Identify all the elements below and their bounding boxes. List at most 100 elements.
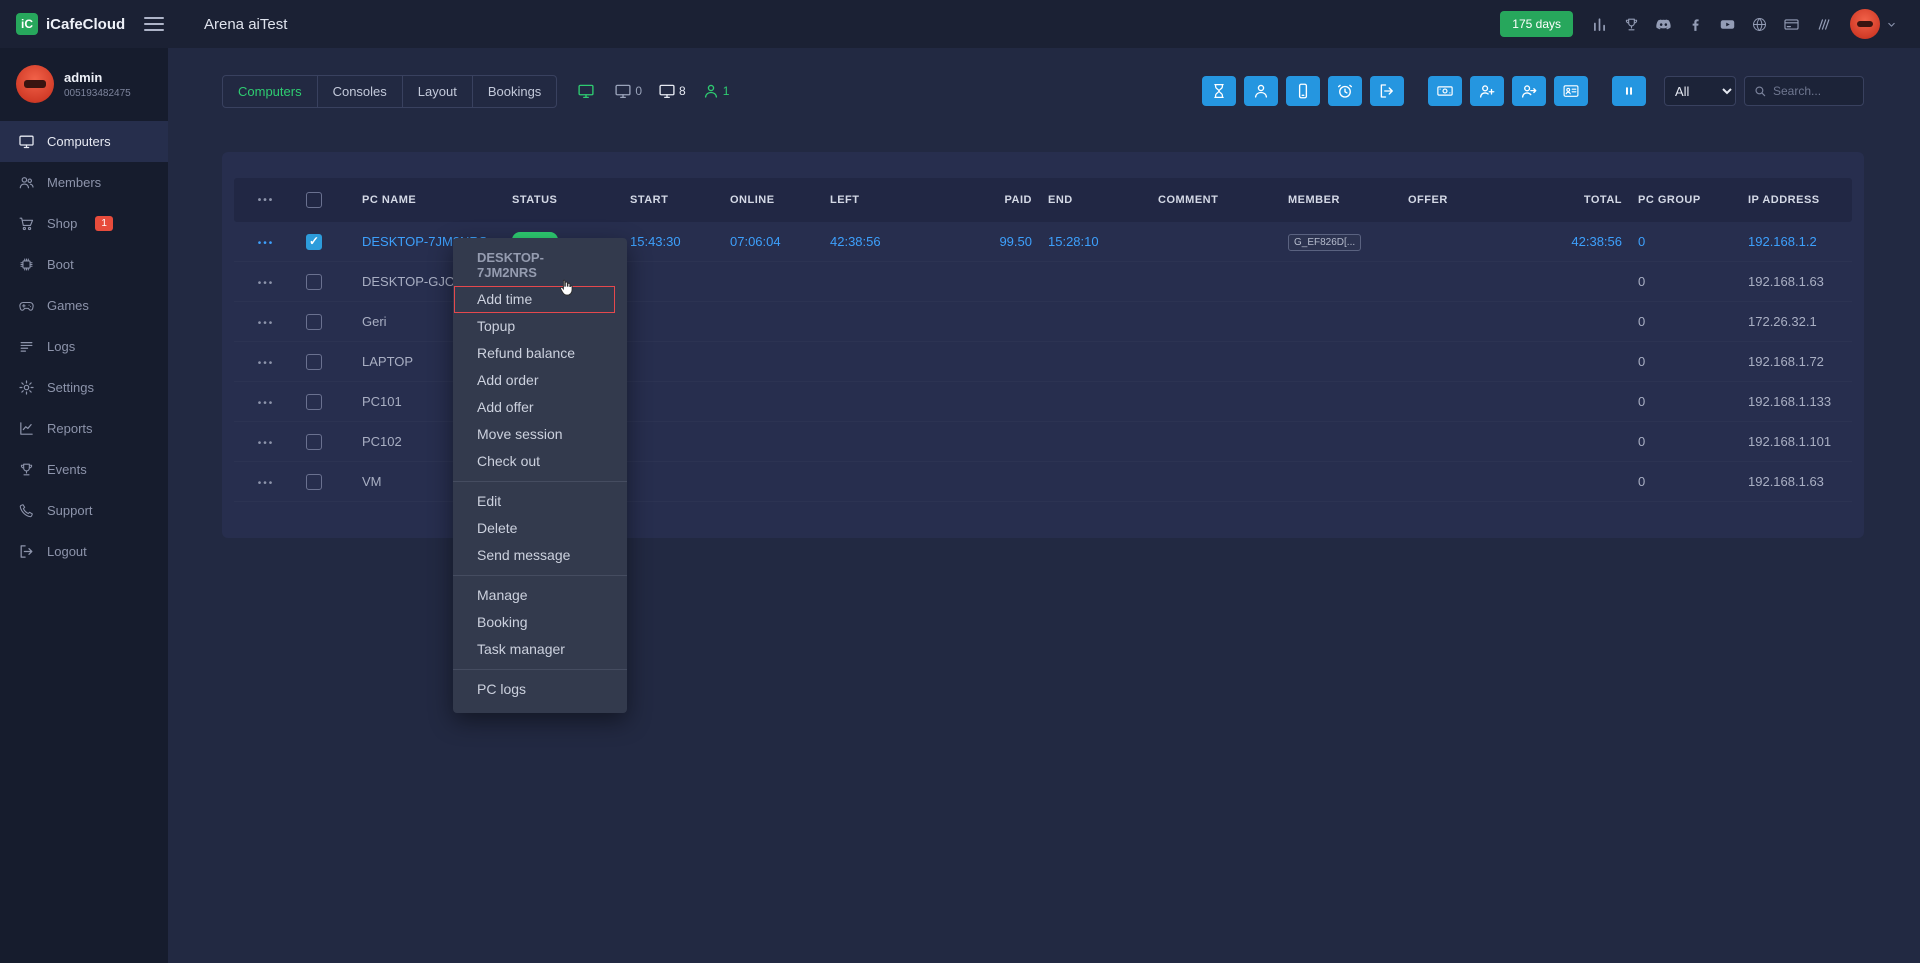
row-checkbox[interactable] [306,434,322,450]
row-actions-button[interactable]: ••• [258,238,275,249]
user-plus-button[interactable] [1470,76,1504,106]
mobile-button[interactable] [1286,76,1320,106]
user-move-button[interactable] [1512,76,1546,106]
tab-computers[interactable]: Computers [223,76,318,107]
menu-item-topup[interactable]: Topup [453,313,627,340]
row-checkbox[interactable] [306,354,322,370]
sidebar-item-support[interactable]: Support [0,490,168,531]
pc-name-link[interactable]: DESKTOP-GJOD [362,274,464,289]
account-menu[interactable] [1850,9,1898,39]
tab-consoles[interactable]: Consoles [318,76,403,107]
menu-item-add-order[interactable]: Add order [453,367,627,394]
trophy-icon[interactable] [1623,16,1640,33]
sidebar-item-games[interactable]: Games [0,285,168,326]
menu-item-check-out[interactable]: Check out [453,448,627,475]
row-checkbox[interactable] [306,274,322,290]
sidebar-item-shop[interactable]: Shop1 [0,203,168,244]
menu-item-manage[interactable]: Manage [453,582,627,609]
column-header-pc-group[interactable]: PC GROUP [1630,194,1740,206]
cell-ip-address-value: 192.168.1.101 [1748,434,1831,449]
sidebar-nav: ComputersMembersShop1 Boot GamesLogsSettin… [0,121,168,572]
row-actions-button[interactable]: ••• [258,278,275,289]
facebook-icon[interactable] [1687,16,1704,33]
analytics-icon[interactable] [1591,16,1608,33]
reseller-icon[interactable] [1815,16,1832,33]
cell-actions: ••• [234,474,298,489]
column-header-comment[interactable]: COMMENT [1150,194,1280,206]
id-card-button[interactable] [1554,76,1588,106]
youtube-icon[interactable] [1719,16,1736,33]
sidebar-item-boot[interactable]: Boot [0,244,168,285]
pc-name-link[interactable]: Geri [362,314,387,329]
checkout-button[interactable] [1370,76,1404,106]
column-header-member[interactable]: MEMBER [1280,194,1400,206]
table-menu-button[interactable]: ••• [258,195,275,206]
row-checkbox[interactable] [306,474,322,490]
row-actions-button[interactable]: ••• [258,438,275,449]
column-header-offer[interactable]: OFFER [1400,194,1510,206]
member-chip[interactable]: G_EF826D[... [1288,234,1361,251]
counter: 1 [702,82,730,100]
group-filter-select[interactable]: All [1664,76,1736,106]
row-checkbox[interactable] [306,314,322,330]
billing-icon[interactable] [1783,16,1800,33]
sidebar-item-reports[interactable]: Reports [0,408,168,449]
menu-item-delete[interactable]: Delete [453,515,627,542]
mouse-cursor-icon [556,278,576,298]
menu-item-task-manager[interactable]: Task manager [453,636,627,663]
column-header-paid[interactable]: PAID [942,194,1040,206]
menu-divider [453,481,627,482]
column-header-start[interactable]: START [622,194,722,206]
column-header-status[interactable]: STATUS [504,194,622,206]
discord-icon[interactable] [1655,16,1672,33]
hamburger-menu-icon[interactable] [144,17,164,31]
pc-name-link[interactable]: VM [362,474,382,489]
pc-name-link[interactable]: LAPTOP [362,354,413,369]
row-actions-button[interactable]: ••• [258,478,275,489]
alarm-button[interactable] [1328,76,1362,106]
menu-item-add-offer[interactable]: Add offer [453,394,627,421]
search-input[interactable] [1773,84,1855,98]
menu-item-move-session[interactable]: Move session [453,421,627,448]
brand[interactable]: iC iCafeCloud [0,13,128,35]
context-menu-items: Add timeTopupRefund balanceAdd orderAdd … [453,286,627,703]
cafe-name: Arena aiTest [204,16,287,33]
hourglass-button[interactable] [1202,76,1236,106]
sidebar-item-label: Boot [47,257,74,272]
sidebar-item-members[interactable]: Members [0,162,168,203]
sidebar-item-settings[interactable]: Settings [0,367,168,408]
pc-name-link[interactable]: PC101 [362,394,402,409]
row-actions-button[interactable]: ••• [258,398,275,409]
menu-item-send-message[interactable]: Send message [453,542,627,569]
column-header-total[interactable]: TOTAL [1510,194,1630,206]
column-header-end[interactable]: END [1040,194,1150,206]
menu-item-edit[interactable]: Edit [453,488,627,515]
row-actions-button[interactable]: ••• [258,318,275,329]
tab-bookings[interactable]: Bookings [473,76,556,107]
sidebar-item-logout[interactable]: Logout [0,531,168,572]
sidebar-item-logs[interactable]: Logs [0,326,168,367]
column-header-online[interactable]: ONLINE [722,194,822,206]
select-all-checkbox[interactable] [306,192,322,208]
globe-icon[interactable] [1751,16,1768,33]
user-button[interactable] [1244,76,1278,106]
row-checkbox[interactable] [306,234,322,250]
sidebar-item-computers[interactable]: Computers [0,121,168,162]
id-card-icon [1562,82,1580,100]
status-counters: 081 [577,82,729,100]
sidebar-user[interactable]: admin 005193482475 [0,48,168,121]
pause-button[interactable] [1612,76,1646,106]
menu-item-pc-logs[interactable]: PC logs [453,676,627,703]
menu-item-refund-balance[interactable]: Refund balance [453,340,627,367]
column-header-pc-name[interactable]: PC NAME [354,194,504,206]
column-header-ip-address[interactable]: IP ADDRESS [1740,194,1852,206]
row-checkbox[interactable] [306,394,322,410]
sidebar-item-events[interactable]: Events [0,449,168,490]
row-actions-button[interactable]: ••• [258,358,275,369]
menu-item-booking[interactable]: Booking [453,609,627,636]
pc-name-link[interactable]: PC102 [362,434,402,449]
cash-button[interactable] [1428,76,1462,106]
menu-item-add-time[interactable]: Add time [453,286,627,313]
tab-layout[interactable]: Layout [403,76,473,107]
column-header-left[interactable]: LEFT [822,194,942,206]
